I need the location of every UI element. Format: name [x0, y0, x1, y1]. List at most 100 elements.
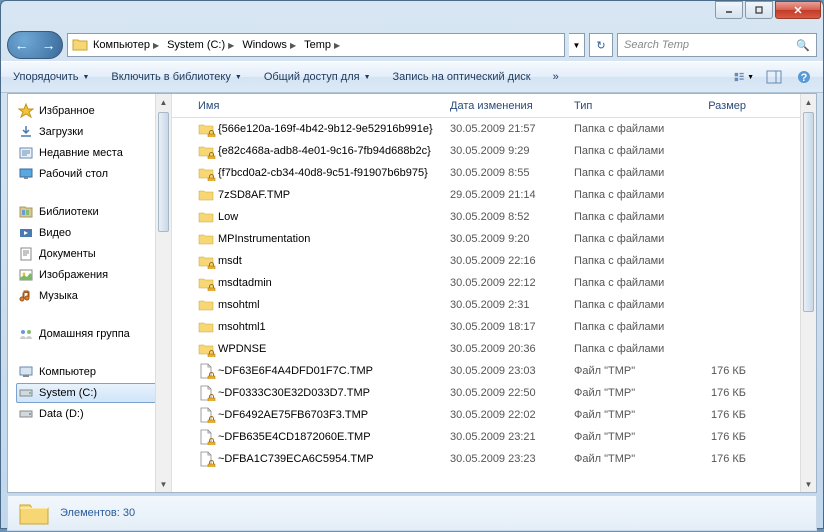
- folder-icon: [198, 319, 214, 335]
- breadcrumb-item[interactable]: Temp▶: [301, 39, 343, 51]
- content-area: ИзбранноеЗагрузкиНедавние местаРабочий с…: [7, 93, 817, 493]
- sidebar-downloads-icon: [18, 124, 34, 140]
- lock-icon: [207, 372, 216, 379]
- file-row[interactable]: msdtadmin30.05.2009 22:12Папка с файлами: [172, 272, 816, 294]
- file-row[interactable]: WPDNSE30.05.2009 20:36Папка с файлами: [172, 338, 816, 360]
- include-library-button[interactable]: Включить в библиотеку▼: [107, 69, 245, 85]
- sidebar-drive-c[interactable]: System (C:): [16, 383, 167, 403]
- file-row[interactable]: msohtml30.05.2009 2:31Папка с файлами: [172, 294, 816, 316]
- file-row[interactable]: msohtml130.05.2009 18:17Папка с файлами: [172, 316, 816, 338]
- column-headers: Имя Дата изменения Тип Размер: [172, 94, 816, 118]
- file-row[interactable]: Low30.05.2009 8:52Папка с файлами: [172, 206, 816, 228]
- file-row[interactable]: ~DFBA1C739ECA6C5954.TMP30.05.2009 23:23Ф…: [172, 448, 816, 470]
- search-icon: 🔍: [796, 39, 810, 52]
- column-name[interactable]: Имя: [192, 100, 444, 112]
- sidebar-video-icon: [18, 225, 34, 241]
- file-row[interactable]: {566e120a-169f-4b42-9b12-9e52916b991e}30…: [172, 118, 816, 140]
- folder-icon: [198, 209, 214, 225]
- view-button[interactable]: ▼: [733, 67, 755, 87]
- sidebar-documents-icon: [18, 246, 34, 262]
- file-row[interactable]: ~DFB635E4CD1872060E.TMP30.05.2009 23:21Ф…: [172, 426, 816, 448]
- lock-icon: [207, 174, 216, 181]
- sidebar-libraries-icon: [18, 204, 34, 220]
- item-count: Элементов: 30: [60, 507, 135, 519]
- file-icon: [198, 429, 214, 445]
- organize-button[interactable]: Упорядочить▼: [9, 69, 93, 85]
- sidebar-desktop-icon: [18, 166, 34, 182]
- address-bar: ←→ Компьютер▶System (C:)▶Windows▶Temp▶ ▼…: [1, 29, 823, 61]
- folder-icon: [198, 297, 214, 313]
- sidebar-desktop[interactable]: Рабочий стол: [16, 164, 167, 184]
- sidebar-music-icon: [18, 288, 34, 304]
- search-placeholder: Search Temp: [624, 39, 689, 51]
- lock-icon: [207, 130, 216, 137]
- forward-icon: →: [42, 37, 56, 53]
- sidebar-libraries[interactable]: Библиотеки: [16, 202, 167, 222]
- more-button[interactable]: »: [549, 69, 563, 85]
- lock-icon: [207, 460, 216, 467]
- maximize-button[interactable]: [745, 1, 773, 19]
- file-row[interactable]: MPInstrumentation30.05.2009 9:20Папка с …: [172, 228, 816, 250]
- file-icon: [198, 407, 214, 423]
- sidebar-music[interactable]: Музыка: [16, 286, 167, 306]
- file-row[interactable]: 7zSD8AF.TMP29.05.2009 21:14Папка с файла…: [172, 184, 816, 206]
- sidebar-computer[interactable]: Компьютер: [16, 362, 167, 382]
- sidebar-favorites[interactable]: Избранное: [16, 101, 167, 121]
- sidebar-homegroup-icon: [18, 326, 34, 342]
- breadcrumb[interactable]: Компьютер▶System (C:)▶Windows▶Temp▶: [67, 33, 565, 57]
- lock-icon: [207, 394, 216, 401]
- file-row[interactable]: {e82c468a-adb8-4e01-9c16-7fb94d688b2c}30…: [172, 140, 816, 162]
- breadcrumb-item[interactable]: System (C:)▶: [164, 39, 237, 51]
- folder-icon: [198, 253, 214, 269]
- burn-button[interactable]: Запись на оптический диск: [389, 69, 535, 85]
- close-button[interactable]: [775, 1, 821, 19]
- folder-icon: [198, 341, 214, 357]
- sidebar-documents[interactable]: Документы: [16, 244, 167, 264]
- column-size[interactable]: Размер: [682, 100, 752, 112]
- folder-icon: [72, 37, 88, 53]
- sidebar-homegroup[interactable]: Домашняя группа: [16, 324, 167, 344]
- nav-buttons[interactable]: ←→: [7, 31, 63, 59]
- lock-icon: [207, 262, 216, 269]
- folder-icon: [198, 165, 214, 181]
- file-row[interactable]: msdt30.05.2009 22:16Папка с файлами: [172, 250, 816, 272]
- file-row[interactable]: ~DF0333C30E32D033D7.TMP30.05.2009 22:50Ф…: [172, 382, 816, 404]
- sidebar-drive-d-icon: [18, 406, 34, 422]
- search-box[interactable]: Search Temp 🔍: [617, 33, 817, 57]
- filelist-scrollbar[interactable]: ▲▼: [800, 94, 816, 492]
- minimize-button[interactable]: [715, 1, 743, 19]
- breadcrumb-item[interactable]: Windows▶: [239, 39, 299, 51]
- preview-pane-button[interactable]: [763, 67, 785, 87]
- column-date[interactable]: Дата изменения: [444, 100, 568, 112]
- sidebar-video[interactable]: Видео: [16, 223, 167, 243]
- sidebar-downloads[interactable]: Загрузки: [16, 122, 167, 142]
- lock-icon: [207, 438, 216, 445]
- explorer-window: ←→ Компьютер▶System (C:)▶Windows▶Temp▶ ▼…: [0, 0, 824, 529]
- lock-icon: [207, 284, 216, 291]
- column-type[interactable]: Тип: [568, 100, 682, 112]
- sidebar-drive-c-icon: [18, 385, 34, 401]
- folder-icon: [198, 187, 214, 203]
- folder-icon: [198, 231, 214, 247]
- share-button[interactable]: Общий доступ для▼: [260, 69, 375, 85]
- sidebar-pictures[interactable]: Изображения: [16, 265, 167, 285]
- svg-text:?: ?: [801, 72, 808, 84]
- sidebar-drive-d[interactable]: Data (D:): [16, 404, 167, 424]
- sidebar-recent-icon: [18, 145, 34, 161]
- file-row[interactable]: {f7bcd0a2-cb34-40d8-9c51-f91907b6b975}30…: [172, 162, 816, 184]
- folder-icon: [198, 275, 214, 291]
- titlebar: [1, 1, 823, 29]
- file-row[interactable]: ~DF63E6F4A4DFD01F7C.TMP30.05.2009 23:03Ф…: [172, 360, 816, 382]
- sidebar-scrollbar[interactable]: ▲▼: [155, 94, 171, 492]
- help-button[interactable]: ?: [793, 67, 815, 87]
- sidebar-recent[interactable]: Недавние места: [16, 143, 167, 163]
- breadcrumb-item[interactable]: Компьютер▶: [90, 39, 162, 51]
- file-row[interactable]: ~DF6492AE75FB6703F3.TMP30.05.2009 22:02Ф…: [172, 404, 816, 426]
- path-dropdown[interactable]: ▼: [569, 33, 585, 57]
- folder-icon: [198, 143, 214, 159]
- refresh-button[interactable]: ↻: [589, 33, 613, 57]
- lock-icon: [207, 416, 216, 423]
- status-bar: Элементов: 30: [7, 495, 817, 531]
- sidebar-favorites-icon: [18, 103, 34, 119]
- toolbar: Упорядочить▼ Включить в библиотеку▼ Общи…: [1, 61, 823, 93]
